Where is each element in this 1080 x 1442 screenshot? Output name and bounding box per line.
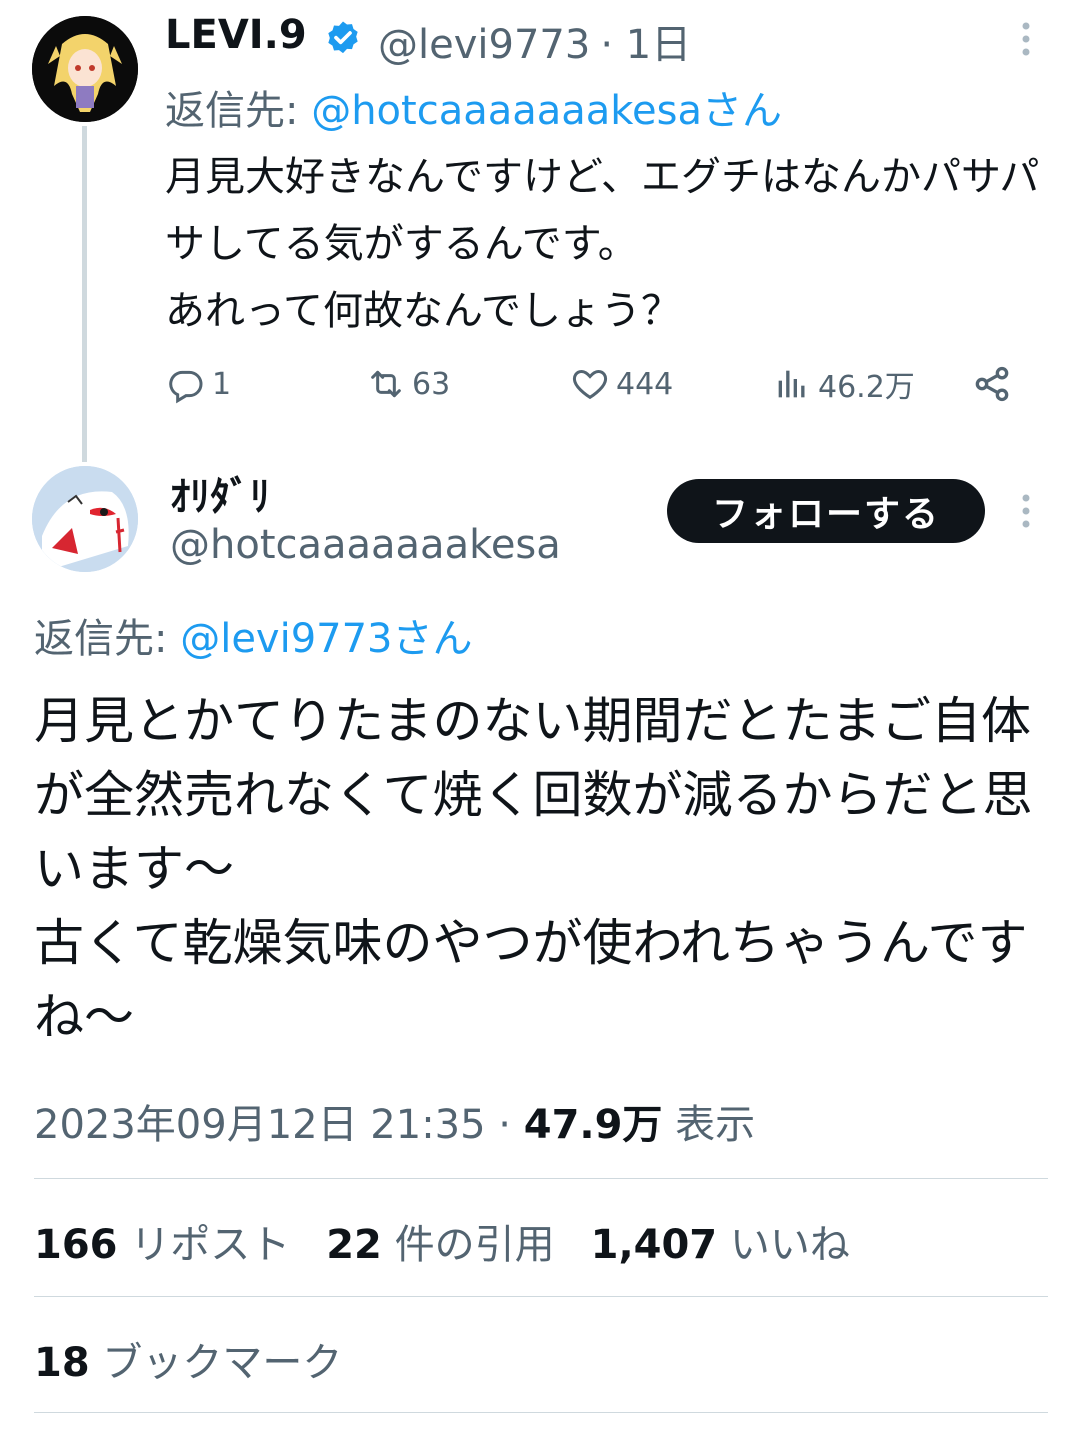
repost-button[interactable]: 63 xyxy=(366,360,450,408)
more-options-icon[interactable] xyxy=(1014,20,1038,58)
like-button[interactable]: 444 xyxy=(570,360,673,408)
author-handle-and-time[interactable]: @levi9773 · 1日 xyxy=(378,12,691,70)
reposts-label: リポスト xyxy=(117,1222,291,1268)
verified-badge-icon xyxy=(323,19,363,59)
quotes-count: 22 xyxy=(326,1222,382,1268)
tweet-time: · 1日 xyxy=(600,22,692,68)
divider xyxy=(34,1412,1048,1413)
quotes-stat[interactable]: 22 件の引用 xyxy=(326,1222,554,1268)
bookmarks-stat[interactable]: 18 ブックマーク xyxy=(34,1330,342,1388)
engagement-stats: 166 リポスト 22 件の引用 1,407 いいね xyxy=(34,1212,886,1270)
author-name[interactable]: ｵﾘﾀﾞﾘ xyxy=(170,464,270,522)
tweet-timestamp[interactable]: 2023年09月12日 21:35 · xyxy=(34,1102,524,1148)
tweet-text: 月見とかてりたまのない期間だとたまご自体が全然売れなくて焼く回数が減るからだと思… xyxy=(34,692,1033,1046)
bookmarks-count: 18 xyxy=(34,1340,90,1386)
repost-icon xyxy=(371,370,401,398)
bookmarks-label: ブックマーク xyxy=(89,1340,343,1386)
views-count: 47.9万 xyxy=(523,1102,663,1148)
share-button[interactable] xyxy=(972,360,1012,408)
analytics-icon xyxy=(778,370,805,398)
like-count: 444 xyxy=(616,366,674,402)
reply-icon xyxy=(169,370,203,404)
view-count: 46.2万 xyxy=(818,370,915,405)
views-label: 表示 xyxy=(662,1102,756,1148)
follow-button[interactable]: フォローする xyxy=(667,479,985,543)
likes-stat[interactable]: 1,407 いいね xyxy=(591,1222,850,1268)
reply-to-line: 返信先: @hotcaaaaaaakesaさん xyxy=(165,78,782,136)
quotes-label: 件の引用 xyxy=(381,1222,555,1268)
reposts-stat[interactable]: 166 リポスト xyxy=(34,1222,290,1268)
likes-count: 1,407 xyxy=(590,1222,718,1268)
avatar-levi[interactable] xyxy=(32,16,138,122)
divider xyxy=(34,1296,1048,1297)
reply-to-prefix: 返信先: xyxy=(165,88,312,134)
likes-label: いいね xyxy=(717,1222,850,1268)
divider xyxy=(34,1178,1048,1179)
share-icon xyxy=(975,366,1009,402)
avatar-oridari[interactable] xyxy=(32,466,138,572)
repost-count: 63 xyxy=(412,366,451,402)
tweet-meta: 2023年09月12日 21:35 · 47.9万 表示 xyxy=(34,1092,755,1150)
views-button[interactable]: 46.2万 xyxy=(772,360,915,408)
author-name[interactable]: LEVI.9 xyxy=(165,12,307,58)
tweet-text: 月見大好きなんですけど、エグチはなんかパサパサしてる気がするんです。 あれって何… xyxy=(165,154,1040,334)
more-options-icon[interactable] xyxy=(1014,492,1038,530)
author-handle[interactable]: @hotcaaaaaaakesa xyxy=(170,522,561,568)
reply-to-line: 返信先: @levi9773さん xyxy=(34,606,473,664)
author-handle[interactable]: @levi9773 xyxy=(378,22,590,68)
thread-connector-line xyxy=(82,126,87,462)
reply-to-prefix: 返信先: xyxy=(34,616,181,662)
reply-button[interactable]: 1 xyxy=(166,360,231,408)
reply-to-user-link[interactable]: @hotcaaaaaaakesaさん xyxy=(311,88,782,134)
reply-to-user-link[interactable]: @levi9773さん xyxy=(180,616,472,662)
avatar-image xyxy=(32,16,138,122)
reposts-count: 166 xyxy=(34,1222,118,1268)
reply-count: 1 xyxy=(212,366,232,402)
avatar-image xyxy=(32,466,138,572)
heart-icon xyxy=(572,369,608,400)
